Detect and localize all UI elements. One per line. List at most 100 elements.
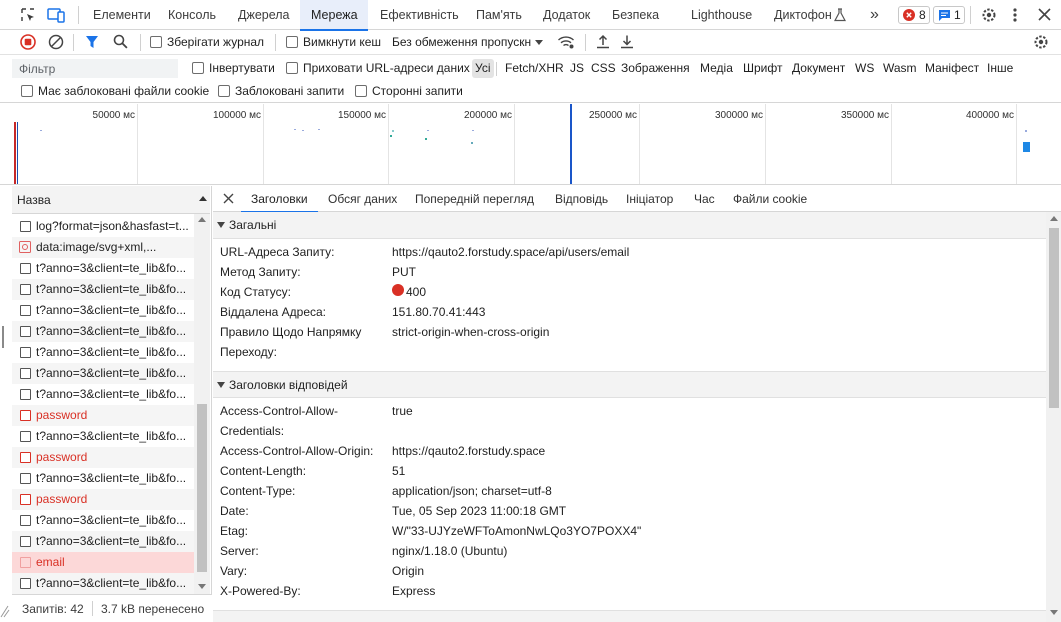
device-toolbar-icon[interactable] <box>47 7 65 23</box>
header-key: X-Powered-By: <box>220 584 301 598</box>
request-headers-section-header[interactable] <box>213 610 1046 622</box>
messages-badge[interactable]: 1 <box>933 6 965 24</box>
filter-input[interactable] <box>12 59 178 78</box>
import-har-icon[interactable] <box>596 34 610 49</box>
scroll-thumb[interactable] <box>1049 228 1059 408</box>
tab-application[interactable]: Додаток <box>543 0 590 30</box>
request-row[interactable]: email <box>12 552 194 573</box>
request-row[interactable]: t?anno=3&client=te_lib&fo... <box>12 468 194 489</box>
timeline-request-bar <box>1023 142 1030 152</box>
detail-scrollbar[interactable] <box>1046 212 1061 622</box>
request-row[interactable]: t?anno=3&client=te_lib&fo... <box>12 426 194 447</box>
scroll-up-icon[interactable] <box>198 217 206 222</box>
filter-type-wasm[interactable]: Wasm <box>880 59 920 78</box>
header-value: PUT <box>392 265 416 279</box>
network-settings-gear-icon[interactable] <box>1032 33 1050 51</box>
preserve-log-checkbox[interactable] <box>150 36 162 48</box>
filter-type-ws[interactable]: WS <box>852 59 877 78</box>
request-row[interactable]: password <box>12 447 194 468</box>
invert-checkbox[interactable] <box>192 62 204 74</box>
tab-recorder[interactable]: Диктофон <box>774 0 832 30</box>
filter-type-document[interactable]: Документ <box>789 59 848 78</box>
tab-elements[interactable]: Елементи <box>93 0 151 30</box>
third-party-checkbox[interactable] <box>355 85 367 97</box>
detail-tab-payload[interactable]: Обсяг даних <box>328 186 397 212</box>
request-row[interactable]: t?anno=3&client=te_lib&fo... <box>12 531 194 552</box>
request-type-icon <box>20 515 31 526</box>
detail-tab-initiator[interactable]: Ініціатор <box>626 186 673 212</box>
more-options-icon[interactable] <box>1012 7 1018 23</box>
scroll-thumb[interactable] <box>197 404 207 572</box>
request-row[interactable]: t?anno=3&client=te_lib&fo... <box>12 573 194 594</box>
request-row[interactable]: t?anno=3&client=te_lib&fo... <box>12 300 194 321</box>
filter-type-media[interactable]: Медіа <box>697 59 736 78</box>
tab-network[interactable]: Мережа <box>300 0 368 31</box>
request-name: t?anno=3&client=te_lib&fo... <box>36 324 187 338</box>
network-conditions-icon[interactable] <box>557 35 575 49</box>
close-devtools-icon[interactable] <box>1038 8 1051 21</box>
scroll-down-icon[interactable] <box>198 584 206 589</box>
close-detail-icon[interactable] <box>223 193 234 204</box>
header-value: W/"33-UJYzeWFToAmonNwLQo3YO7POXX4" <box>392 524 642 538</box>
tab-console[interactable]: Консоль <box>168 0 216 30</box>
filter-bar: Інвертувати Приховати URL-адреси даних У… <box>0 56 1061 81</box>
timeline-request-bar <box>427 130 429 131</box>
filter-type-manifest[interactable]: Маніфест <box>922 59 982 78</box>
request-row[interactable]: t?anno=3&client=te_lib&fo... <box>12 363 194 384</box>
detail-tab-response[interactable]: Відповідь <box>555 186 608 212</box>
resize-corner-icon[interactable] <box>0 604 10 618</box>
detail-tab-cookies[interactable]: Файли cookie <box>733 186 807 212</box>
request-row[interactable]: t?anno=3&client=te_lib&fo... <box>12 384 194 405</box>
request-name: password <box>36 492 88 506</box>
filter-type-font[interactable]: Шрифт <box>740 59 785 78</box>
request-name: t?anno=3&client=te_lib&fo... <box>36 534 187 548</box>
request-row[interactable]: t?anno=3&client=te_lib&fo... <box>12 321 194 342</box>
response-headers-section-header[interactable]: Заголовки відповідей <box>213 371 1046 398</box>
settings-gear-icon[interactable] <box>980 6 998 24</box>
filter-type-other[interactable]: Інше <box>984 59 1016 78</box>
tab-memory[interactable]: Пам'ять <box>476 0 522 30</box>
request-row[interactable]: t?anno=3&client=te_lib&fo... <box>12 342 194 363</box>
caret-down-icon[interactable] <box>535 40 543 45</box>
request-row[interactable]: t?anno=3&client=te_lib&fo... <box>12 279 194 300</box>
request-row[interactable]: data:image/svg+xml,... <box>12 237 194 258</box>
request-row[interactable]: t?anno=3&client=te_lib&fo... <box>12 258 194 279</box>
filter-funnel-icon[interactable] <box>85 35 99 49</box>
tab-performance[interactable]: Ефективність <box>380 0 459 30</box>
inspect-element-icon[interactable] <box>20 7 36 23</box>
detail-tab-headers[interactable]: Заголовки <box>241 186 318 213</box>
scroll-up-icon[interactable] <box>1050 216 1058 221</box>
filter-type-css[interactable]: CSS <box>588 59 619 78</box>
request-row[interactable]: password <box>12 405 194 426</box>
export-har-icon[interactable] <box>620 34 634 49</box>
filter-type-js[interactable]: JS <box>567 59 587 78</box>
request-list-scrollbar[interactable] <box>194 214 210 594</box>
search-icon[interactable] <box>113 34 128 49</box>
errors-badge[interactable]: 8 <box>898 6 930 24</box>
name-column-header[interactable]: Назва <box>12 186 210 214</box>
request-row[interactable]: log?format=json&hasfast=t... <box>12 216 194 237</box>
record-stop-icon[interactable] <box>20 34 36 50</box>
detail-tab-timing[interactable]: Час <box>694 186 715 212</box>
filter-type-fetch-xhr[interactable]: Fetch/XHR <box>502 59 567 78</box>
scroll-down-icon[interactable] <box>1050 610 1058 615</box>
blocked-requests-checkbox[interactable] <box>218 85 230 97</box>
tab-sources[interactable]: Джерела <box>238 0 290 30</box>
request-row[interactable]: password <box>12 489 194 510</box>
filter-type-images[interactable]: Зображення <box>618 59 693 78</box>
tab-security[interactable]: Безпека <box>612 0 659 30</box>
hide-data-urls-checkbox[interactable] <box>286 62 298 74</box>
disable-cache-checkbox[interactable] <box>286 36 298 48</box>
filter-type-all[interactable]: Усі <box>472 59 494 78</box>
request-row[interactable]: t?anno=3&client=te_lib&fo... <box>12 510 194 531</box>
detail-tab-preview[interactable]: Попередній перегляд <box>415 186 534 212</box>
more-tabs-button[interactable]: » <box>870 0 879 30</box>
general-section-header[interactable]: Загальні <box>213 212 1046 239</box>
clear-log-icon[interactable] <box>48 34 64 50</box>
blocked-cookies-checkbox[interactable] <box>21 85 33 97</box>
sort-up-icon[interactable] <box>199 196 207 201</box>
throttling-select[interactable]: Без обмеження пропускн <box>392 35 531 49</box>
left-edge-handle[interactable] <box>2 326 4 348</box>
tab-lighthouse[interactable]: Lighthouse <box>691 0 752 30</box>
network-overview-timeline[interactable]: 50000 мс 100000 мс 150000 мс 200000 мс 2… <box>0 104 1061 185</box>
